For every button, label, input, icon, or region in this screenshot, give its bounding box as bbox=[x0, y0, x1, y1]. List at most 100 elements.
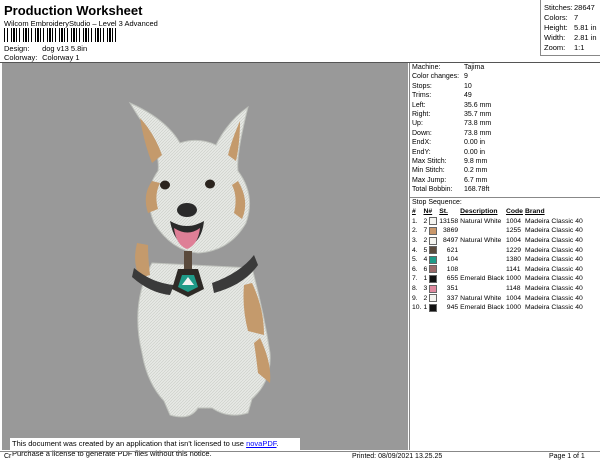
color-swatch bbox=[429, 265, 438, 274]
swatch-cell bbox=[428, 284, 438, 294]
summary-value: 7 bbox=[574, 13, 579, 22]
swatch-cell bbox=[428, 236, 438, 246]
machine-info-label: Stops: bbox=[412, 82, 432, 90]
machine-info-row: Total Bobbin: 168.78ft bbox=[412, 186, 489, 194]
color-swatch bbox=[429, 255, 438, 264]
table-row: 10. 1 945 Emerald Black 1000 Madeira Classic … bbox=[411, 303, 584, 313]
table-row: 8. 3 351 1148 Madeira Classic 40 bbox=[411, 284, 584, 294]
machine-info-label: Machine: bbox=[412, 64, 441, 71]
table-row: 6. 6 108 1141 Madeira Classic 40 bbox=[411, 265, 584, 275]
machine-info-label: Max Jump: bbox=[412, 176, 447, 184]
thread-code: 1141 bbox=[505, 265, 521, 273]
thread-brand: Madeira Classic 40 bbox=[524, 256, 583, 264]
summary-label: Height: bbox=[544, 23, 568, 32]
machine-info-value: 73.8 mm bbox=[464, 129, 492, 137]
thread-description bbox=[459, 265, 505, 275]
thread-description bbox=[459, 245, 505, 255]
thread-brand: Madeira Classic 40 bbox=[524, 217, 583, 225]
column-header: Brand bbox=[524, 208, 545, 216]
software-name: Wilcom EmbroideryStudio – Level 3 Advanc… bbox=[4, 19, 158, 28]
thread-code: 1004 bbox=[505, 237, 522, 245]
machine-info-label: Color changes: bbox=[412, 73, 460, 81]
machine-info-label: Right: bbox=[412, 111, 431, 118]
thread-description: Natural White bbox=[460, 237, 502, 245]
machine-info-value: 10 bbox=[464, 82, 472, 90]
stop-number: 5. bbox=[412, 256, 418, 264]
stitch-count: 621 bbox=[446, 246, 459, 254]
stop-sequence-title: Stop Sequence: bbox=[412, 199, 462, 206]
machine-info-row: Min Stitch: 0.2 mm bbox=[412, 167, 487, 175]
machine-info-value: 0.00 in bbox=[464, 148, 486, 156]
table-row: 2. 7 3869 1255 Madeira Classic 40 bbox=[411, 226, 584, 236]
stop-number: 7. bbox=[412, 275, 418, 283]
column-header: St. bbox=[439, 208, 448, 216]
summary-box: Stitches: 28647 Colors: 7 Height: 5.81 in Widt… bbox=[540, 0, 600, 56]
stop-number: 3. bbox=[412, 237, 418, 245]
summary-label: Zoom: bbox=[544, 43, 566, 52]
table-row: 1. 2 13158 Natural White 1004 Madeira Classic… bbox=[411, 217, 584, 227]
summary-value: 5.81 in bbox=[574, 23, 597, 32]
stitch-count: 8497 bbox=[443, 237, 459, 245]
license-notice: This document was created by an applicat… bbox=[10, 438, 300, 460]
machine-info-label: EndX: bbox=[412, 139, 432, 147]
machine-info-label: EndY: bbox=[412, 148, 431, 156]
stop-table-header: # N# St. Description Code Brand bbox=[411, 207, 584, 217]
colorway-value: Colorway 1 bbox=[42, 53, 80, 62]
column-header: Code bbox=[505, 208, 523, 216]
notice-line1: This document was created by an applicat… bbox=[12, 439, 247, 448]
printed-date: Printed: 08/09/2021 13.25.25 bbox=[352, 453, 443, 460]
swatch-cell bbox=[428, 303, 438, 313]
stop-number: 10. bbox=[412, 304, 422, 312]
machine-info-label: Min Stitch: bbox=[412, 167, 445, 175]
color-swatch bbox=[429, 303, 438, 312]
machine-info-label: Max Stitch: bbox=[412, 158, 447, 165]
table-row: 4. 5 621 1229 Madeira Classic 40 bbox=[411, 245, 584, 255]
thread-code: 1004 bbox=[505, 217, 522, 225]
machine-info-label: Trims: bbox=[412, 92, 432, 100]
machine-info-value: 35.6 mm bbox=[464, 101, 492, 109]
novapdf-link[interactable]: novaPDF bbox=[246, 439, 276, 448]
stop-number: 1. bbox=[412, 217, 418, 225]
thread-description bbox=[459, 255, 505, 265]
machine-info-row: Color changes: 9 bbox=[412, 73, 468, 81]
thread-description bbox=[459, 226, 505, 236]
table-row: 7. 1 655 Emerald Black 1000 Madeira Classic 4… bbox=[411, 274, 584, 284]
color-swatch bbox=[429, 226, 438, 235]
machine-info-row: Left: 35.6 mm bbox=[412, 102, 491, 109]
stop-number: 8. bbox=[412, 285, 418, 293]
thread-description: Natural White bbox=[460, 217, 502, 225]
stitch-count: 337 bbox=[446, 294, 459, 302]
machine-info-row: Machine: Tajima bbox=[412, 64, 484, 71]
machine-info-label: Total Bobbin: bbox=[412, 186, 453, 194]
thread-description bbox=[459, 284, 505, 294]
machine-info-row: Down: 73.8 mm bbox=[412, 130, 491, 137]
machine-info-value: 168.78ft bbox=[464, 186, 490, 194]
swatch-cell bbox=[428, 265, 438, 275]
column-header: # bbox=[412, 208, 416, 216]
design-preview bbox=[2, 63, 408, 450]
color-swatch bbox=[429, 294, 438, 303]
dog-embroidery-image bbox=[128, 101, 271, 418]
thread-code: 1380 bbox=[505, 256, 522, 264]
design-label: Design: bbox=[4, 44, 30, 53]
swatch-cell bbox=[428, 293, 438, 303]
stop-sequence-table: # N# St. Description Code Brand 1. 2 13158 Natur… bbox=[411, 207, 584, 313]
machine-info-row: EndY: 0.00 in bbox=[412, 148, 485, 156]
thread-brand: Madeira Classic 40 bbox=[524, 227, 583, 235]
footer-cr: Cr bbox=[4, 453, 12, 460]
thread-brand: Madeira Classic 40 bbox=[524, 294, 583, 302]
color-swatch bbox=[429, 217, 438, 226]
machine-info-value: 9.8 mm bbox=[464, 158, 488, 165]
summary-value: 1:1 bbox=[574, 43, 585, 52]
column-header: Description bbox=[460, 208, 498, 216]
table-row: 9. 2 337 Natural White 1004 Madeira Classic 4… bbox=[411, 293, 584, 303]
color-swatch bbox=[429, 274, 438, 283]
barcode bbox=[4, 28, 116, 42]
machine-info-value: 73.8 mm bbox=[464, 120, 492, 128]
stitch-count: 3869 bbox=[443, 227, 459, 235]
colorway-row: Colorway: Colorway 1 bbox=[4, 53, 80, 62]
machine-info-row: Stops: 10 bbox=[412, 82, 472, 90]
summary-label: Stitches: bbox=[544, 3, 573, 12]
thread-code: 1000 bbox=[505, 275, 522, 283]
color-swatch bbox=[429, 284, 438, 293]
